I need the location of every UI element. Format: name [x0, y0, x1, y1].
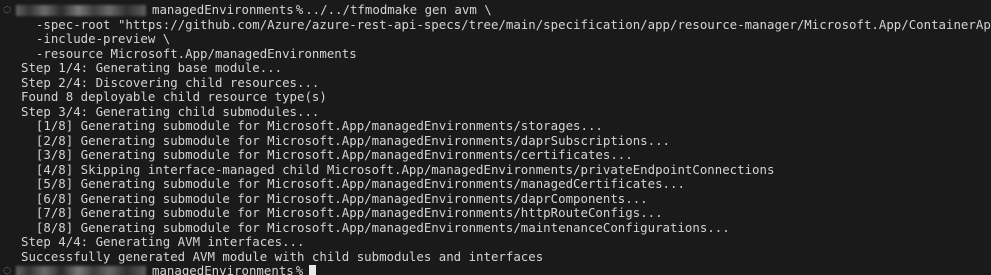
- output-line: [1/8] Generating submodule for Microsoft…: [21, 119, 603, 133]
- prompt-symbol: %: [295, 3, 304, 17]
- prompt-line: ◌ managedEnvironments % ../../tfmodmake …: [0, 3, 991, 18]
- output-line: [7/8] Generating submodule for Microsoft…: [21, 206, 663, 220]
- output-line: Successfully generated AVM module with c…: [21, 249, 544, 264]
- output-line: Found 8 deployable child resource type(s…: [21, 90, 327, 104]
- output-line: Step 3/4: Generating child submodules...: [21, 104, 320, 119]
- output-line: Step 1/4: Generating base module...: [21, 61, 283, 75]
- output-line: [4/8] Skipping interface-managed child M…: [21, 162, 775, 177]
- output-line: [3/8] Generating submodule for Microsoft…: [21, 148, 633, 162]
- terminal-window[interactable]: ◌ managedEnvironments % ../../tfmodmake …: [0, 0, 991, 275]
- prompt-directory: managedEnvironments: [152, 264, 294, 275]
- text-cursor[interactable]: [309, 265, 317, 275]
- final-prompt-line[interactable]: ◌ managedEnvironments %: [0, 264, 991, 275]
- command-arg-line: -resource Microsoft.App/managedEnvironme…: [21, 46, 357, 61]
- redacted-user-host: [16, 265, 146, 275]
- command-arg-line: -include-preview \: [21, 32, 171, 46]
- command-arg-line: -spec-root "https://github.com/Azure/azu…: [21, 17, 991, 32]
- dotted-circle-icon: ◌: [3, 266, 11, 275]
- prompt-directory: managedEnvironments: [152, 3, 294, 17]
- dotted-circle-icon: ◌: [3, 5, 11, 15]
- output-line: [6/8] Generating submodule for Microsoft…: [21, 191, 648, 206]
- redacted-user-host: [16, 4, 146, 16]
- output-line: [8/8] Generating submodule for Microsoft…: [21, 220, 730, 235]
- prompt-symbol: %: [295, 264, 304, 275]
- output-line: [2/8] Generating submodule for Microsoft…: [21, 133, 671, 148]
- output-line: Step 4/4: Generating AVM interfaces...: [21, 235, 305, 249]
- output-line: Step 2/4: Discovering child resources...: [21, 75, 320, 90]
- command-text: ../../tfmodmake gen avm \: [305, 3, 492, 17]
- output-line: [5/8] Generating submodule for Microsoft…: [21, 177, 685, 191]
